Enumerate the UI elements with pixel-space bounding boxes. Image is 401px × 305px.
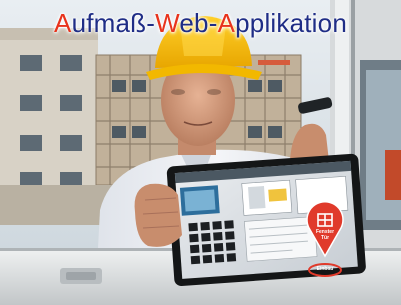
scene-graphic — [0, 0, 401, 305]
title-part-ufmass: ufmaß- — [71, 8, 156, 38]
title-part-web: eb- — [179, 8, 218, 38]
title-letter-w: W — [155, 8, 180, 38]
pin-bubble-label: Einbau — [316, 266, 334, 272]
left-building — [0, 28, 98, 198]
title-part-pplikation: pplikation — [235, 8, 347, 38]
pin-label: Fenster Tür — [310, 229, 340, 241]
photo-scene: Aufmaß-Web-Applikation Fenster Tür Einba… — [0, 0, 401, 305]
title-letter-a: A — [54, 8, 72, 38]
left-hand — [134, 183, 182, 247]
title-letter-a2: A — [217, 8, 236, 38]
page-title: Aufmaß-Web-Applikation — [0, 8, 401, 39]
pin-label-line2: Tür — [320, 235, 330, 241]
